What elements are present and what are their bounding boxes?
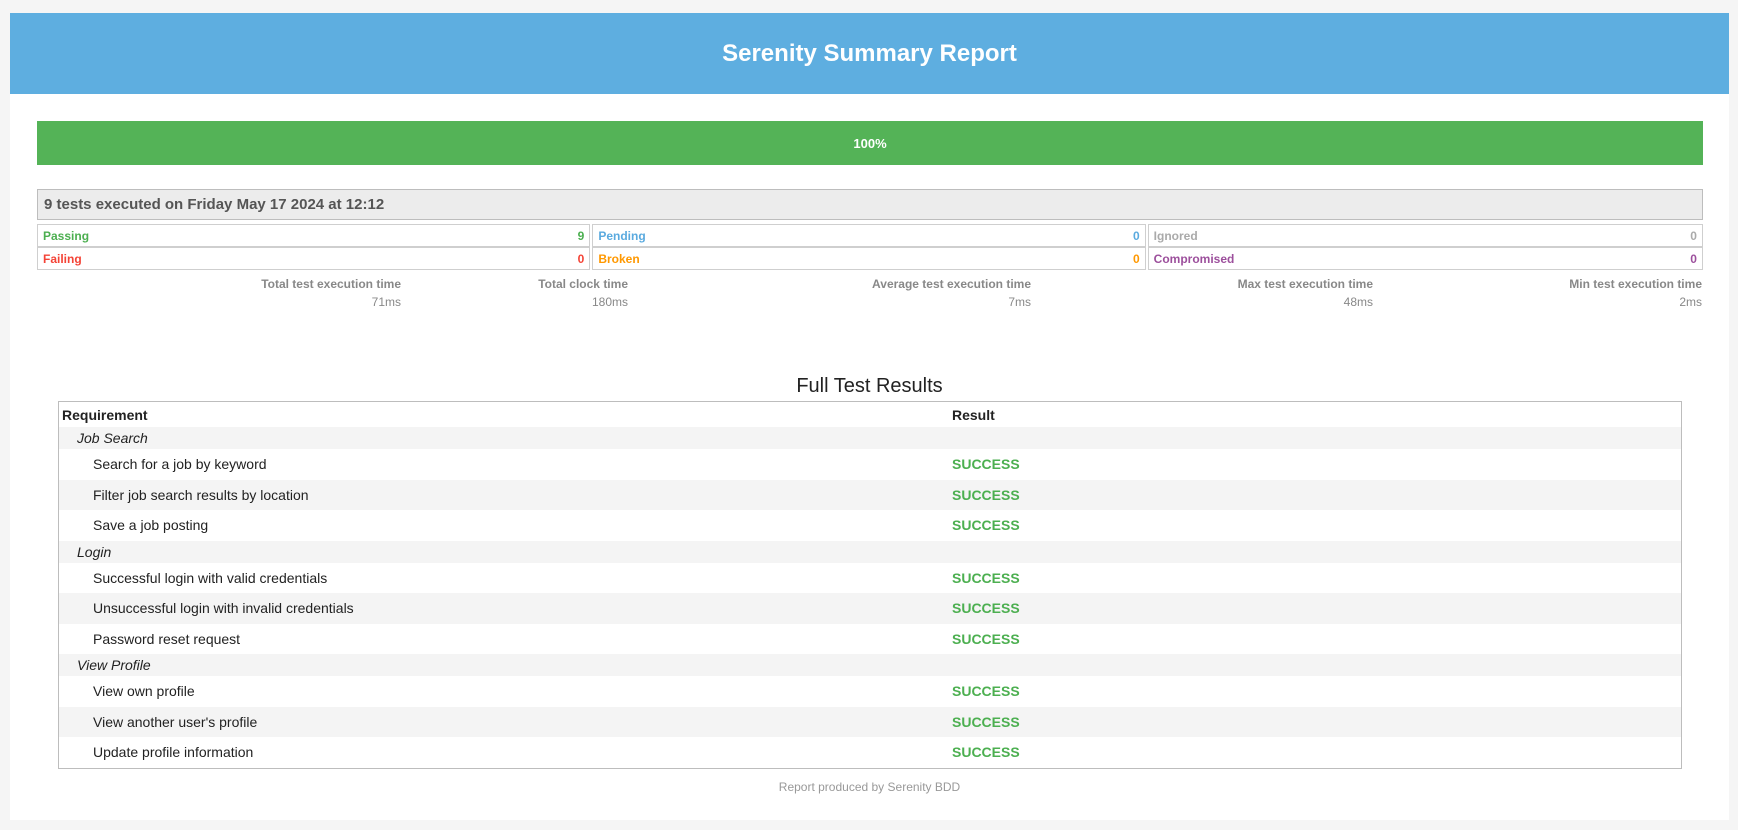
test-result: SUCCESS <box>952 486 1020 503</box>
timing-total-execution: Total test execution time 71ms <box>261 275 401 311</box>
timing-max: Max test execution time 48ms <box>1238 275 1373 311</box>
group-row: View Profile <box>59 654 1681 676</box>
table-row: Save a job posting SUCCESS <box>59 510 1681 541</box>
timing-value: 2ms <box>1679 295 1702 309</box>
progress-bar: 100% <box>37 121 1703 165</box>
test-name: View own profile <box>93 683 195 700</box>
results-title: Full Test Results <box>796 375 943 397</box>
group-name: Login <box>77 543 112 560</box>
table-row: Update profile information SUCCESS <box>59 737 1681 768</box>
timing-label: Total clock time <box>538 277 628 291</box>
timing-value: 180ms <box>591 295 628 309</box>
test-name: Unsuccessful login with invalid credenti… <box>93 600 354 617</box>
timing-value: 48ms <box>1343 295 1373 309</box>
count-label: Compromised <box>1153 251 1235 266</box>
timing-total-clock: Total clock time 180ms <box>538 275 628 311</box>
timing-label: Total test execution time <box>261 277 401 291</box>
test-name: Password reset request <box>93 630 241 647</box>
summary-heading-text: 9 tests executed on Friday May 17 2024 a… <box>44 196 385 213</box>
test-result: SUCCESS <box>952 517 1020 534</box>
test-result: SUCCESS <box>952 713 1020 730</box>
timing-value: 71ms <box>371 295 401 309</box>
progress-label: 100% <box>853 135 887 151</box>
timing-average: Average test execution time 7ms <box>872 275 1031 311</box>
group-name: Job Search <box>77 430 148 446</box>
column-header-requirement: Requirement <box>62 406 148 423</box>
table-row: View own profile SUCCESS <box>59 676 1681 707</box>
count-pending: Pending 0 <box>592 224 1146 247</box>
column-header-result: Result <box>952 406 995 423</box>
table-row: Password reset request SUCCESS <box>59 624 1681 655</box>
report-page: Serenity Summary Report 100% 9 tests exe… <box>10 13 1729 820</box>
table-header-row: Requirement Result <box>59 402 1681 427</box>
test-result: SUCCESS <box>952 683 1020 700</box>
count-label: Ignored <box>1153 228 1198 243</box>
count-value: 0 <box>1690 251 1697 266</box>
count-compromised: Compromised 0 <box>1147 247 1703 270</box>
test-result: SUCCESS <box>952 744 1020 761</box>
count-label: Passing <box>43 228 90 243</box>
test-result: SUCCESS <box>952 569 1020 586</box>
table-row: Filter job search results by location SU… <box>59 479 1681 510</box>
results-table: Requirement Result Job Search Search for… <box>58 401 1682 769</box>
count-passing: Passing 9 <box>37 224 591 247</box>
table-row: Unsuccessful login with invalid credenti… <box>59 593 1681 624</box>
report-footer: Report produced by Serenity BDD <box>778 780 961 794</box>
count-value: 0 <box>577 251 585 266</box>
count-label: Pending <box>598 228 646 243</box>
table-row: Search for a job by keyword SUCCESS <box>59 449 1681 480</box>
result-counts: Passing 9 Pending 0 Ignored 0 Failing 0 … <box>37 224 1703 270</box>
page-title: Serenity Summary Report <box>722 39 1017 67</box>
timing-label: Average test execution time <box>872 277 1031 291</box>
test-name: Successful login with valid credentials <box>93 569 328 586</box>
test-result: SUCCESS <box>952 456 1020 473</box>
group-name: View Profile <box>77 657 151 673</box>
group-row: Login <box>59 540 1681 563</box>
test-name: Save a job posting <box>93 517 209 534</box>
test-result: SUCCESS <box>952 630 1020 647</box>
count-value: 0 <box>1132 251 1140 266</box>
count-failing: Failing 0 <box>37 247 591 270</box>
count-value: 0 <box>1132 228 1140 243</box>
summary-heading: 9 tests executed on Friday May 17 2024 a… <box>37 189 1703 220</box>
execution-timings: Total test execution time 71ms Total clo… <box>37 275 1703 315</box>
timing-label: Max test execution time <box>1237 277 1373 291</box>
table-row: View another user's profile SUCCESS <box>59 706 1681 737</box>
count-label: Failing <box>43 251 82 266</box>
test-name: Search for a job by keyword <box>93 456 267 473</box>
count-value: 0 <box>1690 228 1697 243</box>
group-row: Job Search <box>59 427 1681 449</box>
count-ignored: Ignored 0 <box>1147 224 1703 247</box>
test-name: Filter job search results by location <box>93 486 309 503</box>
timing-label: Min test execution time <box>1569 277 1702 291</box>
count-value: 9 <box>577 228 585 243</box>
table-row: Successful login with valid credentials … <box>59 563 1681 594</box>
test-name: Update profile information <box>93 744 254 761</box>
count-label: Broken <box>598 251 640 266</box>
report-banner: Serenity Summary Report <box>10 13 1729 94</box>
count-broken: Broken 0 <box>592 247 1146 270</box>
test-result: SUCCESS <box>952 600 1020 617</box>
timing-min: Min test execution time 2ms <box>1569 275 1702 311</box>
test-name: View another user's profile <box>93 713 258 730</box>
timing-value: 7ms <box>1008 295 1031 309</box>
